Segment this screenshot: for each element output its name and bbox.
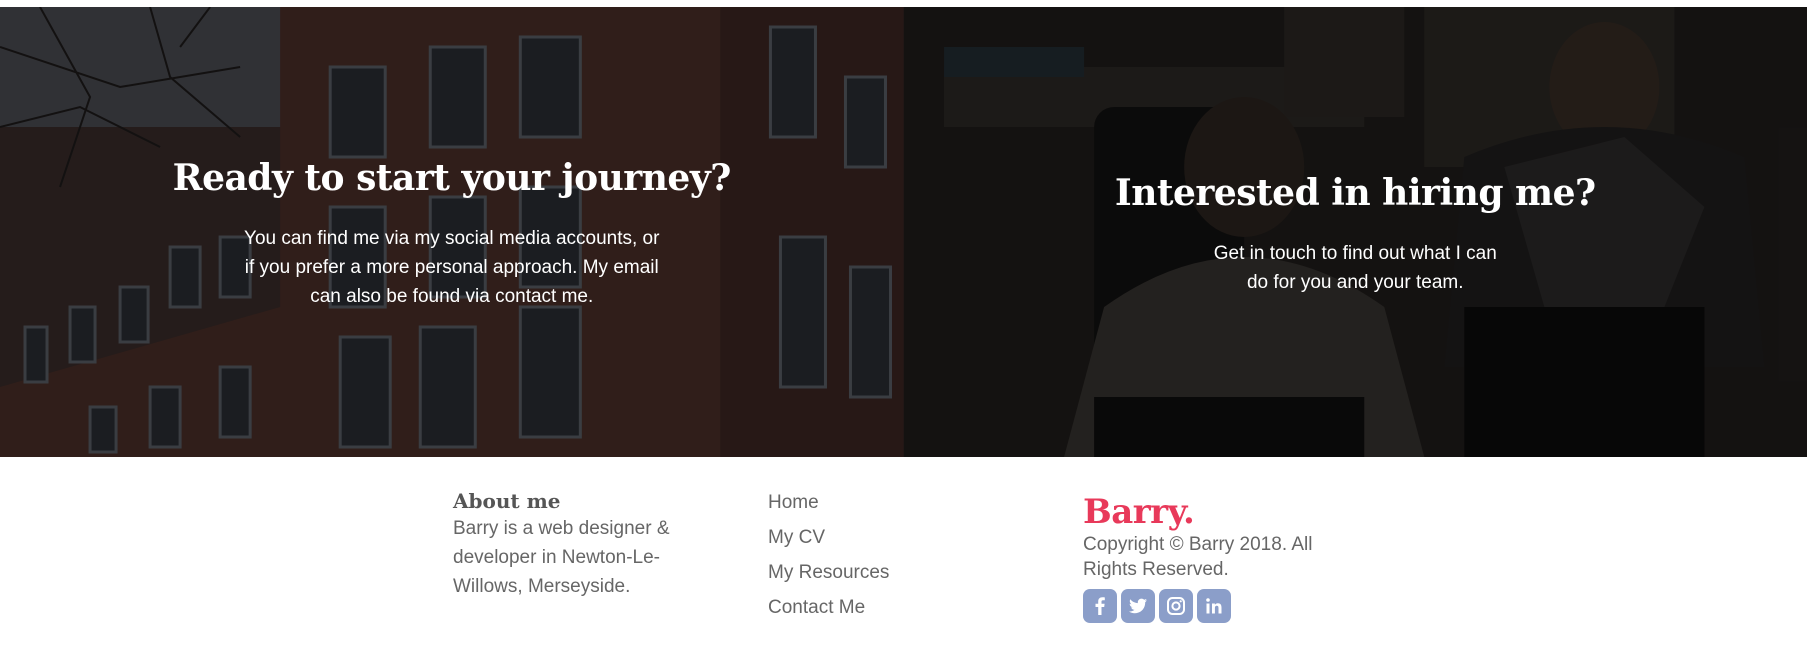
journey-text: You can find me via my social media acco… xyxy=(244,228,660,307)
journey-content: Ready to start your journey? You can fin… xyxy=(0,157,904,311)
nav-link-my-cv[interactable]: My CV xyxy=(768,520,889,555)
footer-nav: Home My CV My Resources Contact Me xyxy=(768,485,889,625)
site-footer: About me Barry is a web designer & devel… xyxy=(0,457,1807,645)
journey-title: Ready to start your journey? xyxy=(172,157,732,199)
about-title: About me xyxy=(453,489,561,513)
nav-link-contact-me[interactable]: Contact Me xyxy=(768,590,889,625)
nav-link-my-resources[interactable]: My Resources xyxy=(768,555,889,590)
about-column: About me Barry is a web designer & devel… xyxy=(453,488,693,601)
about-text: Barry is a web designer & developer in N… xyxy=(453,518,670,597)
hiring-content: Interested in hiring me? Get in touch to… xyxy=(904,172,1807,297)
social-links xyxy=(1083,589,1343,623)
brand-logo[interactable]: Barry. xyxy=(1083,492,1343,532)
facebook-icon[interactable] xyxy=(1083,589,1117,623)
twitter-icon[interactable] xyxy=(1121,589,1155,623)
cta-hero: Ready to start your journey? You can fin… xyxy=(0,7,1807,457)
copyright-text: Copyright © Barry 2018. All Rights Reser… xyxy=(1083,534,1313,580)
hiring-panel: Interested in hiring me? Get in touch to… xyxy=(903,7,1807,457)
linkedin-icon[interactable] xyxy=(1197,589,1231,623)
journey-panel: Ready to start your journey? You can fin… xyxy=(0,7,904,457)
top-strip xyxy=(0,0,1807,7)
hiring-title: Interested in hiring me? xyxy=(1114,172,1596,214)
nav-link-home[interactable]: Home xyxy=(768,485,889,520)
hiring-text: Get in touch to find out what I can do f… xyxy=(1213,243,1497,293)
instagram-icon[interactable] xyxy=(1159,589,1193,623)
brand-column: Barry. Copyright © Barry 2018. All Right… xyxy=(1083,492,1343,623)
